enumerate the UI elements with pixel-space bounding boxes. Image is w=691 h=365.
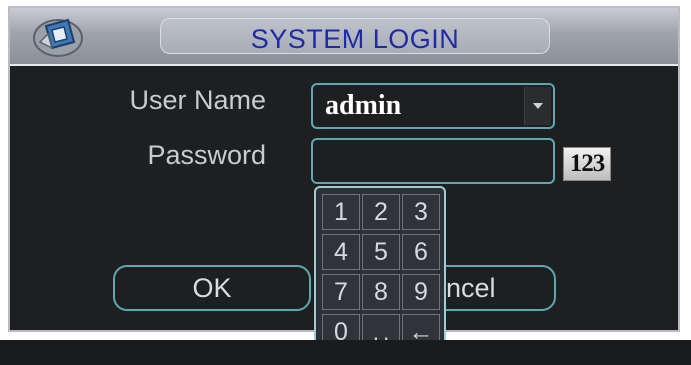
numeric-keypad: 1 2 3 4 5 6 7 8 9 0 ␣ ← (314, 186, 446, 358)
key-3[interactable]: 3 (402, 194, 440, 230)
camera-logo-icon (33, 18, 83, 57)
user-name-dropdown-button[interactable] (524, 87, 551, 125)
key-6[interactable]: 6 (402, 234, 440, 270)
chevron-down-icon (533, 103, 543, 109)
user-name-select[interactable]: admin (311, 83, 555, 129)
key-2[interactable]: 2 (362, 194, 400, 230)
user-name-label: User Name (129, 85, 266, 115)
key-9[interactable]: 9 (402, 274, 440, 310)
title-pill: SYSTEM LOGIN (160, 18, 550, 54)
key-8[interactable]: 8 (362, 274, 400, 310)
password-field[interactable] (311, 138, 555, 184)
password-label: Password (147, 140, 266, 170)
key-4[interactable]: 4 (322, 234, 360, 270)
ok-button[interactable]: OK (113, 265, 311, 311)
title-bar: SYSTEM LOGIN (10, 8, 678, 66)
input-mode-button[interactable]: 123 (563, 147, 611, 181)
key-1[interactable]: 1 (322, 194, 360, 230)
key-5[interactable]: 5 (362, 234, 400, 270)
bottom-bar (0, 340, 691, 365)
dialog-title: SYSTEM LOGIN (250, 24, 460, 54)
key-7[interactable]: 7 (322, 274, 360, 310)
user-name-value: admin (325, 90, 402, 121)
